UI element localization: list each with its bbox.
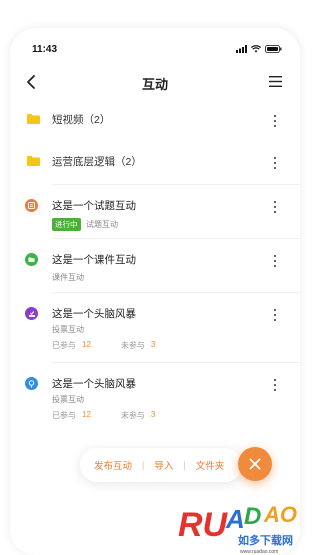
not-joined-count: 3 <box>150 410 156 419</box>
item-type: 投票互动 <box>52 395 84 404</box>
list-item[interactable]: 这是一个头脑风暴 投票互动 已参与 12 未参与 3 <box>25 292 300 362</box>
more-options-icon[interactable] <box>272 379 278 391</box>
more-options-icon[interactable] <box>272 255 278 267</box>
svg-text:D: D <box>244 503 261 530</box>
folder-item[interactable]: 短视频（2） <box>10 100 300 142</box>
item-type: 课件互动 <box>52 273 84 282</box>
joined-label: 已参与 <box>52 411 76 420</box>
interaction-list: 短视频（2） 运营底层逻辑（2） 这是一个试题互动 进行中 试题互动 这是一个课… <box>10 100 300 432</box>
more-options-icon[interactable] <box>272 115 278 127</box>
battery-icon <box>265 45 282 53</box>
item-type: 投票互动 <box>52 325 84 334</box>
item-title: 这是一个头脑风暴 <box>52 378 136 390</box>
status-time: 11:43 <box>32 44 58 55</box>
joined-label: 已参与 <box>52 341 76 350</box>
svg-text:如多下载网: 如多下载网 <box>238 533 293 547</box>
svg-text:www.ruadao.com: www.ruadao.com <box>240 549 278 555</box>
import-button[interactable]: 导入 <box>154 458 173 472</box>
close-icon <box>249 458 261 470</box>
joined-count: 12 <box>82 410 91 419</box>
folder-item[interactable]: 运营底层逻辑（2） <box>10 142 300 184</box>
folder-icon <box>27 114 40 124</box>
svg-text:A: A <box>225 504 245 534</box>
not-joined-label: 未参与 <box>120 411 145 420</box>
menu-icon[interactable] <box>269 76 282 87</box>
divider: | <box>142 460 145 470</box>
close-fab-button[interactable] <box>238 447 272 481</box>
floating-action-bar: 发布互动 | 导入 | 文件夹 <box>80 448 242 482</box>
folder-label: 运营底层逻辑（2） <box>52 156 142 168</box>
brainstorm-icon <box>25 377 38 390</box>
list-item[interactable]: 这是一个头脑风暴 投票互动 已参与 12 未参与 3 <box>25 362 300 432</box>
status-icons <box>236 45 282 53</box>
item-title: 这是一个头脑风暴 <box>52 308 136 320</box>
publish-button[interactable]: 发布互动 <box>94 458 132 472</box>
item-type: 试题互动 <box>86 220 118 229</box>
item-title: 这是一个试题互动 <box>52 200 136 212</box>
svg-text:RU: RU <box>178 506 229 544</box>
vote-icon <box>25 307 38 320</box>
svg-text:AO: AO <box>263 502 297 527</box>
folder-icon <box>27 156 40 166</box>
watermark-logo: RU A D AO 如多下载网 www.ruadao.com <box>178 502 297 555</box>
item-title: 这是一个课件互动 <box>52 254 136 266</box>
courseware-icon <box>25 253 38 266</box>
list-item[interactable]: 这是一个试题互动 进行中 试题互动 <box>25 184 300 238</box>
page-title: 互动 <box>141 77 168 92</box>
folder-label: 短视频（2） <box>52 114 111 126</box>
participation-stats: 已参与 12 未参与 3 <box>52 410 155 421</box>
status-bar: 11:43 <box>10 28 300 64</box>
not-joined-label: 未参与 <box>120 341 145 350</box>
joined-count: 12 <box>82 340 91 349</box>
divider: | <box>183 460 186 470</box>
nav-bar: 互动 <box>10 68 300 98</box>
more-options-icon[interactable] <box>272 201 278 213</box>
wifi-icon <box>251 45 261 53</box>
not-joined-count: 3 <box>150 340 156 349</box>
list-item[interactable]: 这是一个课件互动 课件互动 <box>25 238 300 292</box>
more-options-icon[interactable] <box>272 157 278 169</box>
participation-stats: 已参与 12 未参与 3 <box>52 340 155 351</box>
more-options-icon[interactable] <box>272 309 278 321</box>
quiz-icon <box>25 199 38 212</box>
signal-icon <box>236 45 247 53</box>
new-folder-button[interactable]: 文件夹 <box>196 458 225 472</box>
status-badge: 进行中 <box>52 218 81 231</box>
